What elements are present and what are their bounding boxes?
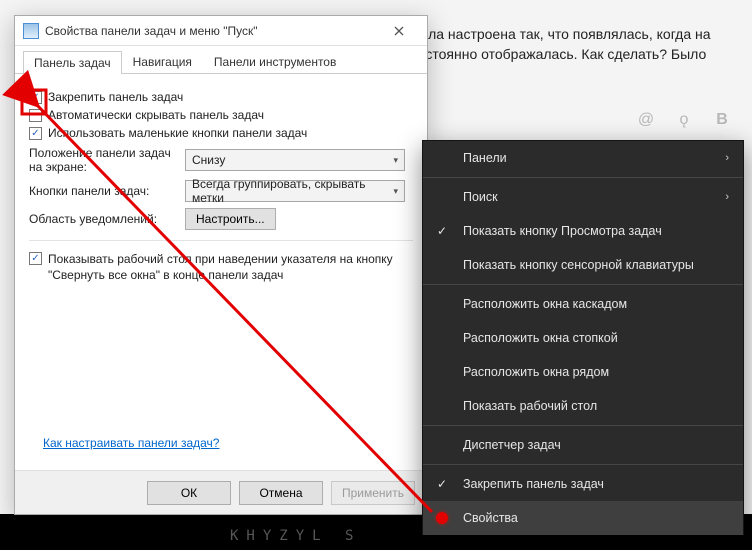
menu-item[interactable]: Диспетчер задач — [423, 428, 743, 462]
menu-separator — [423, 177, 743, 178]
odnoklassniki-icon[interactable]: ǫ — [674, 110, 694, 130]
dialog-footer: ОК Отмена Применить — [15, 470, 427, 514]
menu-item[interactable]: Показать кнопку сенсорной клавиатуры — [423, 248, 743, 282]
menu-item-label: Расположить окна каскадом — [463, 297, 627, 311]
menu-item[interactable]: Расположить окна каскадом — [423, 287, 743, 321]
combo-position[interactable]: Снизу ▾ — [185, 149, 405, 171]
menu-item-label: Поиск — [463, 190, 498, 204]
menu-item-label: Показать кнопку сенсорной клавиатуры — [463, 258, 694, 272]
menu-item-label: Свойства — [463, 511, 518, 525]
dialog-title-icon — [23, 23, 39, 39]
vk-icon[interactable]: B — [712, 110, 732, 130]
checkbox-autohide-row: Автоматически скрывать панель задач — [29, 108, 413, 122]
label-notifications: Область уведомлений: — [29, 212, 185, 226]
checkbox-showdesktop-row: Показывать рабочий стол при наведении ук… — [29, 251, 413, 283]
menu-item[interactable]: Показать кнопку Просмотра задач — [423, 214, 743, 248]
menu-item-label: Расположить окна стопкой — [463, 331, 618, 345]
dialog-tabs: Панель задач Навигация Панели инструмент… — [15, 46, 427, 74]
checkbox-lock-taskbar[interactable] — [29, 91, 42, 104]
wallpaper-text: KHYZYL S — [230, 528, 361, 544]
close-icon[interactable] — [379, 19, 419, 43]
chevron-down-icon: ▾ — [393, 186, 398, 197]
menu-item[interactable]: Расположить окна стопкой — [423, 321, 743, 355]
taskbar-properties-dialog: Свойства панели задач и меню "Пуск" Пане… — [14, 15, 428, 515]
menu-item[interactable]: Показать рабочий стол — [423, 389, 743, 423]
row-position: Положение панели задач на экране: Снизу … — [29, 146, 413, 174]
checkbox-small-buttons-row: Использовать маленькие кнопки панели зад… — [29, 126, 413, 140]
menu-item-label: Диспетчер задач — [463, 438, 561, 452]
checkbox-label: Закрепить панель задач — [48, 90, 183, 104]
menu-item-label: Панели — [463, 151, 507, 165]
checkbox-small-buttons[interactable] — [29, 127, 42, 140]
divider — [29, 240, 413, 241]
chevron-right-icon: › — [725, 152, 729, 164]
help-link[interactable]: Как настраивать панели задач? — [43, 436, 219, 450]
ok-button[interactable]: ОК — [147, 481, 231, 505]
apply-button[interactable]: Применить — [331, 481, 415, 505]
dialog-titlebar[interactable]: Свойства панели задач и меню "Пуск" — [15, 16, 427, 46]
row-notifications: Область уведомлений: Настроить... — [29, 208, 413, 230]
background-paragraph: была настроена так, что появлялась, когд… — [410, 25, 742, 64]
menu-item[interactable]: Расположить окна рядом — [423, 355, 743, 389]
chevron-right-icon: › — [725, 191, 729, 203]
taskbar-context-menu: Панели › Поиск › Показать кнопку Просмотра з… — [422, 140, 744, 535]
menu-item[interactable]: Свойства — [423, 501, 743, 535]
combo-value: Снизу — [192, 153, 225, 167]
menu-item-label: Расположить окна рядом — [463, 365, 609, 379]
at-icon[interactable]: @ — [636, 110, 656, 130]
menu-separator — [423, 464, 743, 465]
tab-toolbars[interactable]: Панели инструментов — [203, 50, 347, 73]
menu-separator — [423, 284, 743, 285]
tab-navigation[interactable]: Навигация — [122, 50, 203, 73]
chevron-down-icon: ▾ — [393, 155, 398, 166]
menu-item[interactable]: Закрепить панель задач — [423, 467, 743, 501]
checkbox-lock-taskbar-row: Закрепить панель задач — [29, 90, 413, 104]
row-buttons: Кнопки панели задач: Всегда группировать… — [29, 180, 413, 202]
menu-item-label: Показать кнопку Просмотра задач — [463, 224, 662, 238]
share-icon-row: @ ǫ B — [636, 110, 732, 130]
menu-item[interactable]: Поиск › — [423, 180, 743, 214]
dialog-body: Закрепить панель задач Автоматически скр… — [15, 74, 427, 293]
combo-buttons[interactable]: Всегда группировать, скрывать метки ▾ — [185, 180, 405, 202]
annotation-dot — [436, 512, 448, 524]
menu-item-label: Закрепить панель задач — [463, 477, 604, 491]
checkbox-autohide[interactable] — [29, 109, 42, 122]
configure-button[interactable]: Настроить... — [185, 208, 276, 230]
menu-item-label: Показать рабочий стол — [463, 399, 597, 413]
cancel-button[interactable]: Отмена — [239, 481, 323, 505]
menu-item[interactable]: Панели › — [423, 141, 743, 175]
checkbox-showdesktop[interactable] — [29, 252, 42, 265]
combo-value: Всегда группировать, скрывать метки — [192, 177, 393, 205]
dialog-title: Свойства панели задач и меню "Пуск" — [45, 24, 379, 38]
label-buttons: Кнопки панели задач: — [29, 184, 185, 198]
tab-taskbar[interactable]: Панель задач — [23, 51, 122, 74]
checkbox-label: Показывать рабочий стол при наведении ук… — [48, 251, 413, 283]
label-position: Положение панели задач на экране: — [29, 146, 185, 174]
checkbox-label: Использовать маленькие кнопки панели зад… — [48, 126, 307, 140]
menu-separator — [423, 425, 743, 426]
checkbox-label: Автоматически скрывать панель задач — [48, 108, 264, 122]
